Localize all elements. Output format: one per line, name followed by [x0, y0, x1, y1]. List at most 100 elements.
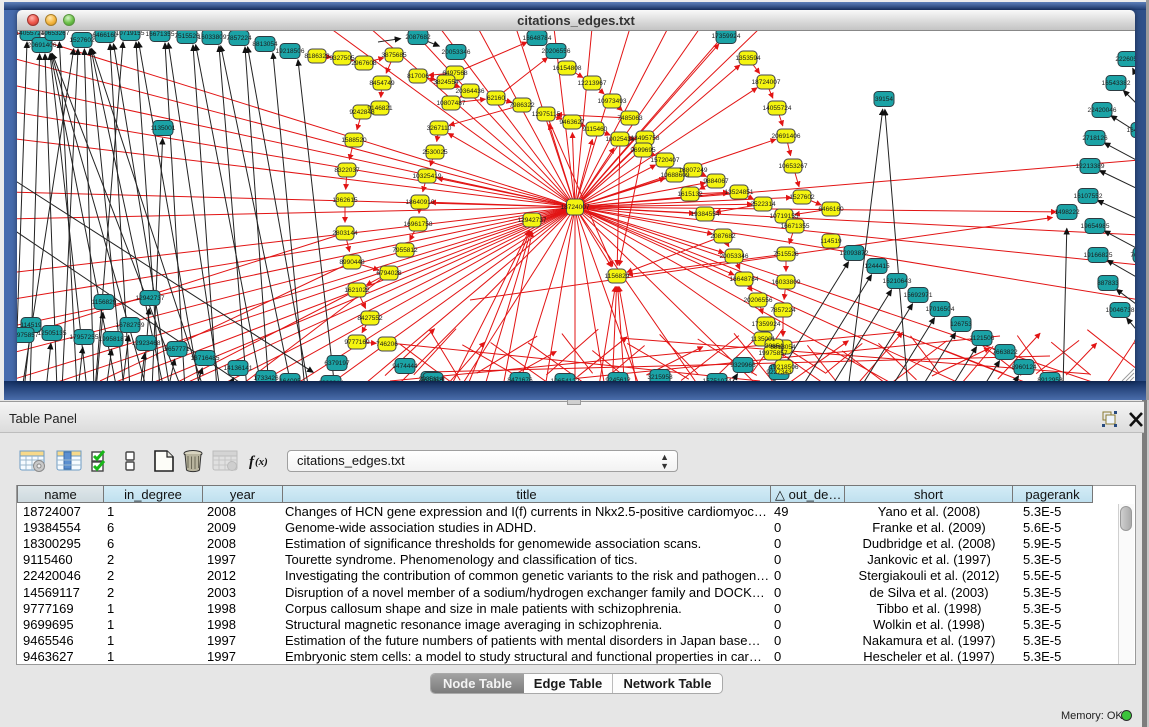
- svg-text:16648784: 16648784: [730, 276, 759, 283]
- svg-text:1121506: 1121506: [970, 335, 995, 342]
- svg-text:18640910: 18640910: [406, 199, 435, 206]
- svg-text:20691406: 20691406: [28, 42, 57, 49]
- svg-text:16210643: 16210643: [883, 278, 912, 285]
- svg-text:20053346: 20053346: [720, 253, 749, 260]
- svg-text:126753: 126753: [950, 321, 972, 328]
- svg-text:18724007: 18724007: [752, 79, 781, 86]
- svg-text:6466160: 6466160: [818, 206, 844, 213]
- svg-text:7625402: 7625402: [1130, 252, 1135, 259]
- svg-text:1621022: 1621022: [344, 287, 370, 294]
- svg-text:12213389: 12213389: [1076, 163, 1105, 170]
- svg-text:7632621: 7632621: [420, 377, 446, 381]
- svg-text:19654985: 19654985: [1081, 223, 1110, 230]
- svg-text:8186323: 8186323: [304, 53, 330, 60]
- svg-text:16671355: 16671355: [146, 31, 175, 38]
- svg-text:16782759: 16782759: [116, 322, 145, 329]
- svg-text:12942737: 12942737: [518, 217, 547, 224]
- svg-text:19975857: 19975857: [17, 332, 39, 339]
- svg-text:13495758: 13495758: [631, 135, 660, 142]
- svg-text:16107552: 16107552: [1074, 193, 1103, 200]
- svg-text:3875685: 3875685: [381, 52, 407, 59]
- svg-text:1615132: 1615132: [677, 191, 703, 198]
- svg-text:1498222: 1498222: [1054, 209, 1080, 216]
- svg-text:114519: 114519: [820, 238, 842, 245]
- svg-text:10653267: 10653267: [41, 31, 70, 37]
- svg-text:8960124: 8960124: [1011, 364, 1037, 371]
- svg-text:9463627: 9463627: [559, 119, 585, 126]
- svg-text:164095: 164095: [279, 378, 301, 381]
- svg-text:10807487: 10807487: [437, 100, 466, 107]
- svg-text:1409144: 1409144: [1133, 339, 1135, 346]
- svg-text:16671355: 16671355: [781, 223, 810, 230]
- svg-text:22420046: 22420046: [1088, 107, 1117, 114]
- svg-text:6466160: 6466160: [92, 32, 118, 39]
- svg-text:10046738: 10046738: [1106, 307, 1135, 314]
- svg-text:2087682: 2087682: [405, 34, 431, 41]
- svg-text:1527602: 1527602: [789, 194, 815, 201]
- svg-text:6379197: 6379197: [324, 360, 350, 367]
- svg-text:9329966: 9329966: [730, 362, 756, 369]
- svg-text:9699695: 9699695: [630, 147, 656, 154]
- svg-text:2087682: 2087682: [710, 233, 736, 240]
- svg-text:8471676: 8471676: [507, 377, 533, 381]
- svg-text:1156829: 1156829: [92, 299, 117, 306]
- svg-text:7485063: 7485063: [617, 115, 643, 122]
- svg-text:16154808: 16154808: [553, 65, 582, 72]
- svg-text:20206556: 20206556: [744, 297, 773, 304]
- svg-text:2803144: 2803144: [332, 230, 358, 237]
- svg-text:3824554: 3824554: [433, 79, 459, 86]
- svg-text:7515526: 7515526: [174, 33, 200, 40]
- svg-text:16033809: 16033809: [198, 34, 227, 41]
- svg-text:2522314: 2522314: [750, 201, 776, 208]
- svg-text:9245612: 9245612: [605, 377, 631, 381]
- svg-text:7986322: 7986322: [509, 102, 535, 109]
- svg-text:10653267: 10653267: [779, 163, 808, 170]
- svg-text:8813054: 8813054: [252, 41, 278, 48]
- svg-text:15720407: 15720407: [651, 157, 680, 164]
- svg-text:10325419: 10325419: [413, 173, 442, 180]
- svg-text:114519: 114519: [20, 322, 42, 329]
- svg-text:6794028: 6794028: [376, 270, 402, 277]
- svg-text:62160: 62160: [487, 95, 505, 102]
- svg-text:2967608: 2967608: [351, 60, 377, 67]
- svg-text:19975857: 19975857: [759, 350, 788, 357]
- svg-text:14136141: 14136141: [224, 365, 253, 372]
- svg-text:6497568: 6497568: [442, 70, 468, 77]
- svg-text:12975115: 12975115: [532, 111, 561, 118]
- svg-text:39154: 39154: [875, 96, 893, 103]
- svg-text:18724007: 18724007: [561, 204, 590, 211]
- svg-text:19218506: 19218506: [276, 48, 305, 55]
- svg-text:7857224: 7857224: [770, 307, 796, 314]
- svg-text:17957255: 17957255: [70, 334, 99, 341]
- svg-text:19958187: 19958187: [99, 336, 128, 343]
- svg-text:3215958: 3215958: [647, 374, 673, 381]
- svg-text:39154: 39154: [765, 343, 783, 350]
- svg-text:15751074: 15751074: [703, 378, 732, 381]
- svg-text:9884067: 9884067: [703, 178, 729, 185]
- svg-text:16648784: 16648784: [523, 35, 552, 42]
- svg-text:19218506: 19218506: [770, 364, 799, 371]
- svg-text:10719155: 10719155: [116, 31, 145, 37]
- svg-text:8938914: 8938914: [318, 380, 344, 381]
- svg-text:17359924: 17359924: [712, 33, 741, 40]
- svg-text:12213967: 12213967: [578, 80, 607, 87]
- svg-text:16543382: 16543382: [1102, 80, 1131, 87]
- svg-text:16409948: 16409948: [1127, 127, 1135, 134]
- svg-text:887833: 887833: [1097, 280, 1119, 287]
- svg-text:16033809: 16033809: [772, 279, 801, 286]
- svg-text:9657771: 9657771: [164, 346, 190, 353]
- svg-text:7857224: 7857224: [226, 35, 252, 42]
- svg-text:7955812: 7955812: [392, 247, 418, 254]
- svg-text:746206: 746206: [376, 341, 398, 348]
- svg-text:1362615: 1362615: [332, 197, 358, 204]
- svg-text:9242848: 9242848: [349, 109, 375, 116]
- svg-text:1353594: 1353594: [735, 55, 761, 62]
- svg-text:17359924: 17359924: [752, 321, 781, 328]
- svg-text:7515526: 7515526: [773, 251, 799, 258]
- svg-text:13716485: 13716485: [191, 355, 220, 362]
- svg-text:1588520: 1588520: [341, 137, 367, 144]
- svg-text:19384554: 19384554: [691, 211, 720, 218]
- svg-text:8454749: 8454749: [369, 80, 395, 87]
- svg-text:18807249: 18807249: [679, 167, 708, 174]
- svg-text:12942737: 12942737: [136, 295, 165, 302]
